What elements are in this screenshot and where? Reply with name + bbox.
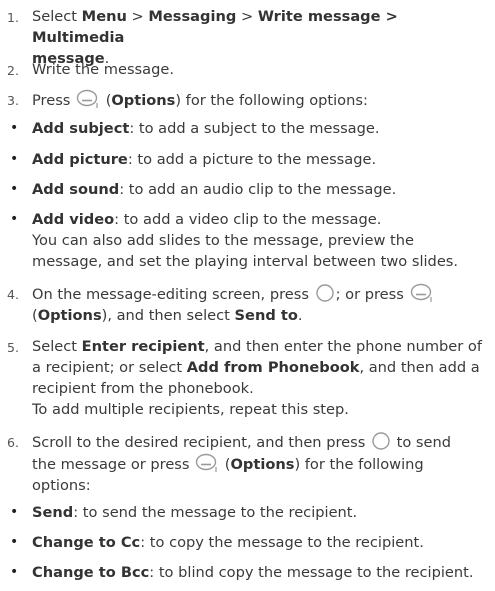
bullet-text: Add video: to add a video clip to the me… [32,209,492,272]
option-desc: : to add a subject to the message. [129,120,380,137]
bullet-text: Add picture: to add a picture to the mes… [32,149,492,170]
option-desc: : to add a video clip to the message. [114,211,382,228]
text: a recipient; or select [32,359,187,376]
menu-label: Menu [81,8,127,25]
bullet-text: Change to Cc: to copy the message to the… [32,532,492,553]
options-label: Options [37,307,102,324]
bullet-symbol: • [10,534,19,550]
option-name: Add subject [32,120,130,137]
note-line: message, and set the playing interval be… [32,253,459,270]
separator: > [126,8,149,25]
options-label: Options [111,92,176,109]
text: ; or press [335,286,404,303]
text: , and then enter the phone number of [204,338,482,355]
step-text: Write the message. [32,61,174,78]
option-name: Change to Cc [32,534,141,551]
text: Select [32,8,82,25]
left-soft-key-icon [410,283,434,303]
bullet-text: Add subject: to add a subject to the mes… [32,118,492,139]
ok-key-icon [315,283,335,303]
bullet-symbol: • [10,120,19,136]
step-number: 6. [7,435,19,450]
separator: > [236,8,258,25]
text: recipient from the phonebook. [32,380,254,397]
step-text: On the message-editing screen, press ; o… [32,283,492,326]
step-number: 2. [7,63,19,78]
left-soft-key-icon [195,453,219,473]
option-desc: : to copy the message to the recipient. [140,534,424,551]
bullet-symbol: • [10,504,19,520]
option-desc: : to add a picture to the message. [127,151,377,168]
text: to send [391,434,451,451]
paren: ( [101,92,112,109]
bullet-symbol: • [10,211,19,227]
bullet-symbol: • [10,564,19,580]
text: options: [32,477,91,494]
period: . [297,307,303,324]
step-number: 1. [7,10,19,25]
text: Select [32,338,82,355]
ok-key-icon [371,431,391,451]
step-text: Select Enter recipient, and then enter t… [32,336,492,420]
text: the message or press [32,456,190,473]
text: ) for the following options: [175,92,368,109]
option-name: Add picture [32,151,128,168]
option-name: Add video [32,211,115,228]
bullet-symbol: • [10,181,19,197]
step-text: Press (Options) for the following option… [32,89,492,111]
bullet-text: Change to Bcc: to blind copy the message… [32,562,492,583]
option-name: Send [32,504,74,521]
add-from-phonebook-label: Add from Phonebook [186,359,360,376]
option-name: Change to Bcc [32,564,150,581]
text: ) for the following [294,456,424,473]
options-label: Options [230,456,295,473]
option-desc: : to add an audio clip to the message. [119,181,397,198]
text: To add multiple recipients, repeat this … [32,401,349,418]
messaging-label: Messaging [148,8,237,25]
bullet-text: Send: to send the message to the recipie… [32,502,492,523]
text: Scroll to the desired recipient, and the… [32,434,366,451]
paren: ( [220,456,231,473]
bullet-symbol: • [10,151,19,167]
option-desc: : to blind copy the message to the recip… [149,564,474,581]
bullet-text: Add sound: to add an audio clip to the m… [32,179,492,200]
step-number: 4. [7,287,19,302]
step-number: 3. [7,93,19,108]
send-to-label: Send to [234,307,298,324]
left-soft-key-icon [76,89,100,109]
text: ), and then select [101,307,235,324]
option-desc: : to send the message to the recipient. [73,504,358,521]
text: On the message-editing screen, press [32,286,309,303]
step-number: 5. [7,340,19,355]
text: Press [32,92,71,109]
enter-recipient-label: Enter recipient [81,338,205,355]
note-line: You can also add slides to the message, … [32,232,414,249]
text: , and then add a [359,359,480,376]
option-name: Add sound [32,181,120,198]
step-text: Scroll to the desired recipient, and the… [32,431,492,496]
